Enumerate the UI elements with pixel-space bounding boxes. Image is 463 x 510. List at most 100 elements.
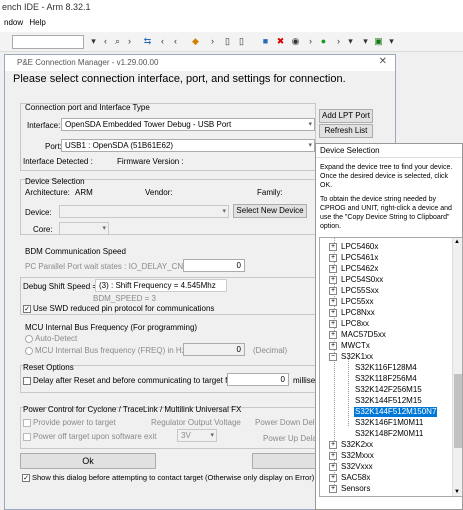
chevron-down-icon[interactable]: ▾ xyxy=(386,36,397,47)
device-tree[interactable]: ▲ ▼ + LPC5460x + LPC5461x + LPC5462x + LPC54S0x… xyxy=(319,237,463,497)
chevron-right-icon[interactable]: › xyxy=(305,36,316,47)
run-icon[interactable]: ● xyxy=(318,36,329,47)
tree-item[interactable]: MWCTx xyxy=(340,341,371,351)
expand-icon[interactable]: + xyxy=(329,342,337,350)
expand-icon[interactable]: + xyxy=(329,243,337,251)
delay-label: Delay after Reset and before communicati… xyxy=(33,376,235,385)
expand-icon[interactable]: + xyxy=(329,320,337,328)
debug-shift-select[interactable]: (3) : Shift Frequency = 4.545Mhz xyxy=(95,279,227,292)
pc-parallel-label: PC Parallel Port wait states : IO_DELAY_… xyxy=(25,262,195,271)
page-alt-icon[interactable]: ▯ xyxy=(236,36,247,47)
chevron-down-icon[interactable]: ▾ xyxy=(88,36,99,47)
page-icon[interactable]: ▯ xyxy=(222,36,233,47)
expand-icon[interactable]: + xyxy=(329,463,337,471)
chevron-down-icon[interactable]: ▾ xyxy=(345,36,356,47)
menu-help[interactable]: Help xyxy=(29,16,45,27)
expand-icon[interactable]: + xyxy=(329,331,337,339)
toolbar: ▾ ‹ ⌕ › ⇆ ‹ ‹ ◆ › ▯ ▯ ■ ✖ ◉ › ● › ▾ ▾ ▣ … xyxy=(0,32,463,52)
forward-icon[interactable]: › xyxy=(124,36,135,47)
chevron-down-icon[interactable]: ▾ xyxy=(360,36,371,47)
auto-detect-radio[interactable] xyxy=(25,335,33,343)
tree-item[interactable]: LPC55Sxx xyxy=(340,286,380,296)
save-icon[interactable]: ■ xyxy=(260,36,271,47)
tree-item[interactable]: S32K118F256M4 xyxy=(354,374,418,384)
interface-select[interactable]: OpenSDA Embedded Tower Debug - USB Port ▾ xyxy=(61,118,315,131)
io-delay-field[interactable]: 0 xyxy=(183,259,245,272)
core-select[interactable]: ▾ xyxy=(59,222,109,235)
toolbar-combo[interactable] xyxy=(12,35,84,49)
tree-item[interactable]: LPC5460x xyxy=(340,242,379,252)
expand-icon[interactable]: + xyxy=(329,254,337,262)
expand-icon[interactable]: + xyxy=(329,287,337,295)
voltage-select[interactable]: 3V ▾ xyxy=(177,429,217,442)
menu-window[interactable]: ndow xyxy=(4,16,23,27)
scroll-thumb[interactable] xyxy=(454,374,462,448)
tree-item[interactable]: S32K1xx xyxy=(340,352,374,362)
expand-icon[interactable]: + xyxy=(329,265,337,273)
close-icon[interactable]: ✕ xyxy=(379,56,387,67)
tree-item[interactable]: LPC54S0xx xyxy=(340,275,384,285)
vendor-label: Vendor: xyxy=(145,188,173,197)
debug-icon[interactable]: ◉ xyxy=(290,36,301,47)
ok-button[interactable]: Ok xyxy=(20,453,156,469)
tree-scrollbar[interactable]: ▲ ▼ xyxy=(452,238,462,496)
delay-field[interactable]: 0 xyxy=(227,373,289,386)
search-icon[interactable]: ⌕ xyxy=(112,36,123,47)
refresh-list-button[interactable]: Refresh List xyxy=(319,124,373,138)
tree-item[interactable]: S32K142F256M15 xyxy=(354,385,423,395)
chevron-down-icon: ▾ xyxy=(222,208,226,215)
expand-icon[interactable]: + xyxy=(329,298,337,306)
tree-item[interactable]: S32Vxxx xyxy=(340,462,374,472)
tree-item[interactable]: Sensors xyxy=(340,484,371,494)
back-arrow-icon[interactable]: ‹ xyxy=(170,36,181,47)
collapse-icon[interactable]: − xyxy=(329,353,337,361)
tree-item[interactable]: LPC8Nxx xyxy=(340,308,376,318)
power-off-checkbox[interactable] xyxy=(23,433,31,441)
select-new-device-button[interactable]: Select New Device xyxy=(233,204,307,218)
scroll-up-icon[interactable]: ▲ xyxy=(454,239,460,245)
tree-item[interactable]: LPC5462x xyxy=(340,264,379,274)
swd-checkbox[interactable]: ✓ xyxy=(23,305,31,313)
expand-icon[interactable]: + xyxy=(329,276,337,284)
mcu-freq-field[interactable]: 0 xyxy=(183,343,245,356)
show-dialog-checkbox[interactable]: ✓ xyxy=(22,474,30,482)
tree-item[interactable]: S32K2xx xyxy=(340,440,374,450)
tree-item[interactable]: S32Mxxx xyxy=(340,451,375,461)
add-lpt-port-button[interactable]: Add LPT Port xyxy=(319,109,373,123)
tree-item[interactable]: S32K144F512M150N7 xyxy=(354,407,438,417)
power-down-label: Power Down Dela xyxy=(255,418,320,427)
chevron-right-icon[interactable]: › xyxy=(207,36,218,47)
bdm-label: BDM Communication Speed xyxy=(25,247,126,256)
device-selection-dialog: Device Selection Expand the device tree … xyxy=(315,143,463,510)
delay-checkbox[interactable] xyxy=(23,377,31,385)
tree-item[interactable]: MAC57D5xx xyxy=(340,330,387,340)
expand-icon[interactable]: + xyxy=(329,309,337,317)
tree-item[interactable]: LPC5461x xyxy=(340,253,379,263)
power-label: Power Control for Cyclone / TraceLink / … xyxy=(23,405,242,414)
mcu-freq-radio[interactable] xyxy=(25,347,33,355)
stop-icon[interactable]: ✖ xyxy=(275,36,286,47)
tree-item[interactable]: LPC8xx xyxy=(340,319,370,329)
scroll-down-icon[interactable]: ▼ xyxy=(454,489,460,495)
tree-item[interactable]: S32K146F1M0M11 xyxy=(354,418,424,428)
provide-power-checkbox[interactable] xyxy=(23,419,31,427)
back-icon[interactable]: ‹ xyxy=(100,36,111,47)
family-label: Family: xyxy=(257,188,283,197)
tree-item[interactable]: S32K144F512M15 xyxy=(354,396,423,406)
tree-item[interactable]: S32K116F128M4 xyxy=(354,363,418,373)
ide-title-bar: ench IDE - Arm 8.32.1 xyxy=(0,0,463,16)
plugin-icon[interactable]: ▣ xyxy=(373,36,384,47)
expand-icon[interactable]: + xyxy=(329,474,337,482)
shield-icon[interactable]: ◆ xyxy=(190,36,201,47)
tree-item[interactable]: SAC58x xyxy=(340,473,371,483)
jump-icon[interactable]: ⇆ xyxy=(142,36,153,47)
port-select[interactable]: USB1 : OpenSDA (51B61E62) ▾ xyxy=(61,139,315,152)
expand-icon[interactable]: + xyxy=(329,452,337,460)
expand-icon[interactable]: + xyxy=(329,485,337,493)
tree-item[interactable]: S32K148F2M0M11 xyxy=(354,429,424,439)
expand-icon[interactable]: + xyxy=(329,441,337,449)
device-select[interactable]: ▾ xyxy=(59,205,229,218)
tree-item[interactable]: LPC55xx xyxy=(340,297,374,307)
chevron-right-icon[interactable]: › xyxy=(333,36,344,47)
chevron-left-icon[interactable]: ‹ xyxy=(157,36,168,47)
